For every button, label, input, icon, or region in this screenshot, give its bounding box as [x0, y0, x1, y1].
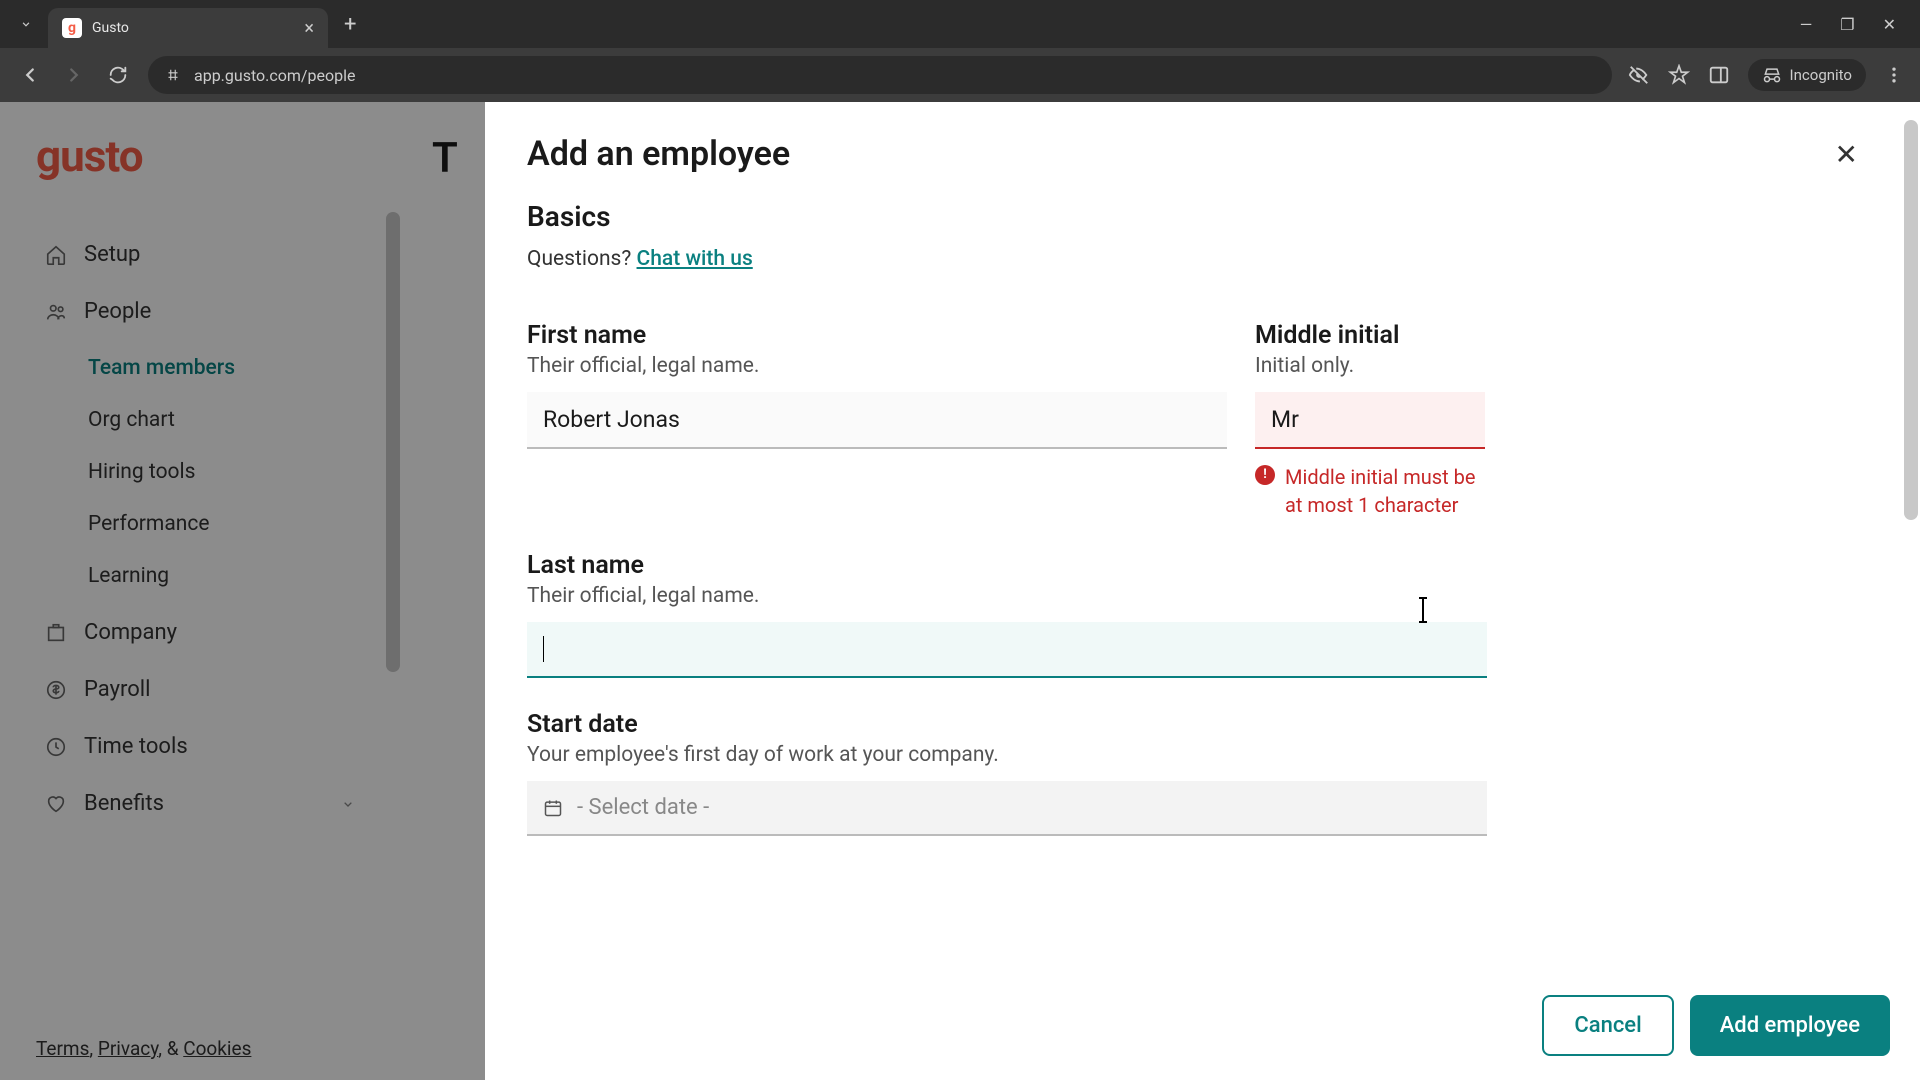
add-employee-button[interactable]: Add employee — [1690, 995, 1890, 1056]
modal-body: Basics Questions? Chat with us First nam… — [485, 200, 1920, 974]
site-info-icon[interactable] — [164, 66, 182, 84]
tab-favicon: g — [62, 18, 82, 38]
last-name-label: Last name — [527, 551, 1487, 580]
last-name-hint: Their official, legal name. — [527, 584, 1487, 608]
modal-scrollbar-thumb[interactable] — [1904, 120, 1918, 520]
first-name-field: First name Their official, legal name. — [527, 321, 1227, 519]
tab-close-icon[interactable]: × — [304, 18, 314, 39]
close-icon[interactable]: ✕ — [1835, 138, 1878, 171]
start-date-hint: Your employee's first day of work at you… — [527, 743, 1487, 767]
last-name-field: Last name Their official, legal name. — [527, 551, 1487, 678]
first-name-hint: Their official, legal name. — [527, 354, 1227, 378]
minimize-icon[interactable]: — — [1800, 15, 1813, 34]
middle-initial-field: Middle initial Initial only. ! Middle in… — [1255, 321, 1485, 519]
start-date-placeholder: - Select date - — [577, 795, 709, 820]
error-icon: ! — [1255, 465, 1275, 485]
calendar-icon — [543, 798, 563, 818]
tab-title: Gusto — [92, 20, 304, 36]
tab-bar: g Gusto × + — ❐ ✕ — [0, 0, 1920, 48]
bookmark-star-icon[interactable] — [1668, 64, 1690, 86]
start-date-label: Start date — [527, 710, 1487, 739]
modal-footer: Cancel Add employee — [485, 974, 1920, 1080]
incognito-icon — [1762, 65, 1782, 85]
middle-initial-hint: Initial only. — [1255, 354, 1485, 378]
text-cursor-ibeam — [1422, 599, 1424, 621]
close-window-icon[interactable]: ✕ — [1883, 15, 1896, 34]
url-bar[interactable]: app.gusto.com/people — [148, 56, 1612, 94]
middle-initial-input[interactable] — [1255, 392, 1485, 449]
url-text: app.gusto.com/people — [194, 66, 1596, 85]
start-date-field: Start date Your employee's first day of … — [527, 710, 1487, 836]
modal-header: Add an employee ✕ — [485, 102, 1920, 200]
questions-line: Questions? Chat with us — [527, 247, 1878, 271]
eye-off-icon[interactable] — [1628, 64, 1650, 86]
add-employee-modal: Add an employee ✕ Basics Questions? Chat… — [485, 102, 1920, 1080]
tab-search-dropdown[interactable] — [12, 10, 40, 38]
last-name-input[interactable] — [527, 622, 1487, 678]
reload-button[interactable] — [104, 61, 132, 89]
app-viewport: gusto Setup People Team members Org char… — [0, 102, 1920, 1080]
first-name-label: First name — [527, 321, 1227, 350]
middle-initial-error: ! Middle initial must be at most 1 chara… — [1255, 463, 1485, 519]
window-controls: — ❐ ✕ — [1800, 15, 1908, 34]
start-date-input[interactable]: - Select date - — [527, 781, 1487, 836]
browser-chrome: g Gusto × + — ❐ ✕ app.gusto.com/people — [0, 0, 1920, 102]
modal-title: Add an employee — [527, 134, 790, 174]
incognito-badge[interactable]: Incognito — [1748, 59, 1866, 91]
chat-with-us-link[interactable]: Chat with us — [637, 247, 753, 271]
first-name-input[interactable] — [527, 392, 1227, 449]
error-text: Middle initial must be at most 1 charact… — [1285, 463, 1485, 519]
browser-tab[interactable]: g Gusto × — [48, 8, 328, 48]
section-heading: Basics — [527, 200, 1878, 233]
cancel-button[interactable]: Cancel — [1542, 995, 1673, 1056]
address-bar: app.gusto.com/people Incognito — [0, 48, 1920, 102]
modal-scrollbar-track[interactable] — [1904, 120, 1918, 1062]
middle-initial-label: Middle initial — [1255, 321, 1485, 350]
kebab-menu-icon[interactable] — [1884, 65, 1904, 85]
back-button[interactable] — [16, 61, 44, 89]
forward-button[interactable] — [60, 61, 88, 89]
new-tab-button[interactable]: + — [344, 12, 356, 37]
maximize-icon[interactable]: ❐ — [1840, 15, 1854, 34]
side-panel-icon[interactable] — [1708, 64, 1730, 86]
text-caret — [543, 636, 544, 662]
